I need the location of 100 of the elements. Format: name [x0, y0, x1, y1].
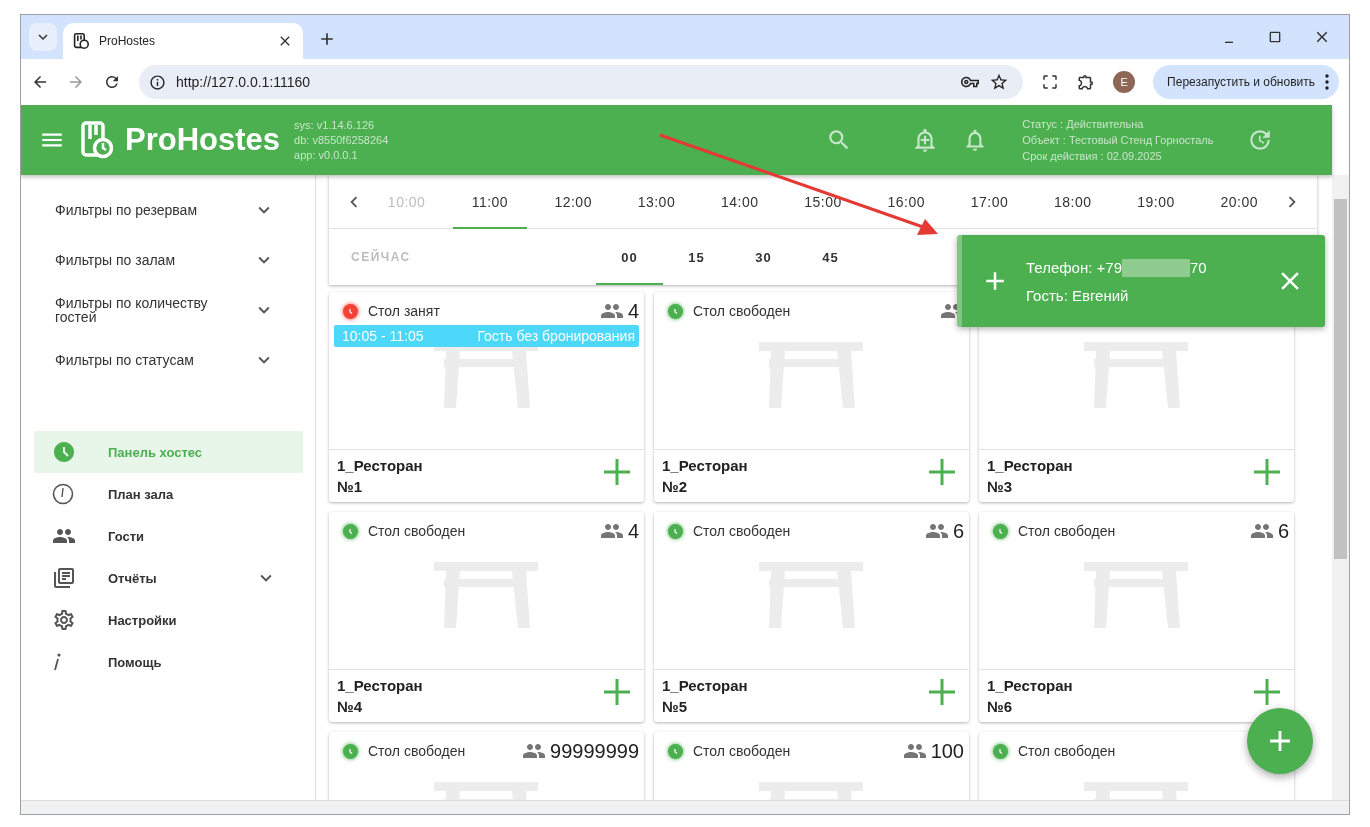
address-field[interactable]: http://127.0.0.1:11160 [139, 65, 1024, 99]
nav-label: Панель хостес [108, 444, 204, 460]
add-icon[interactable] [604, 679, 630, 705]
nav-item[interactable]: Гости [34, 515, 303, 557]
app-title: ProHostes [125, 122, 281, 158]
add-icon[interactable] [1254, 679, 1280, 705]
status-text: Стол свободен [1018, 743, 1117, 759]
hour-tab[interactable]: 12:00 [536, 175, 610, 229]
hour-tab[interactable]: 17:00 [952, 175, 1027, 229]
table-number: №3 [987, 478, 1014, 495]
filter-dropdown[interactable]: Фильтры по количеству гостей [21, 285, 315, 335]
status-text: Стол свободен [693, 303, 792, 319]
extensions-icon[interactable] [1077, 73, 1096, 91]
table-card[interactable]: Стол свободен 4 1_Ресторан №4 [329, 512, 644, 722]
logo-icon [73, 33, 89, 49]
minute-tab[interactable]: 45 [797, 229, 864, 285]
redaction-block [1122, 258, 1190, 277]
hour-tab[interactable]: 16:00 [869, 175, 943, 229]
hall-name: 1_Ресторан [337, 457, 423, 474]
maximize-icon[interactable] [1267, 29, 1283, 45]
nav-label: Помощь [108, 654, 163, 670]
filter-dropdown[interactable]: Фильтры по резервам [21, 185, 315, 235]
capacity-text: 6 [952, 519, 964, 543]
horizontal-scrollbar[interactable] [21, 800, 1349, 814]
minute-tab[interactable]: 00 [596, 229, 663, 285]
hall-name: 1_Ресторан [662, 677, 748, 694]
tab-list-button[interactable] [29, 23, 57, 51]
version-text: sys: v1.14.6.126 [294, 119, 376, 131]
add-icon[interactable] [604, 459, 630, 485]
filter-dropdown[interactable]: Фильтры по статусам [21, 335, 315, 385]
nav-label: Настройки [108, 612, 178, 628]
add-icon[interactable] [929, 679, 955, 705]
logo-icon [81, 121, 113, 159]
add-button[interactable] [1247, 708, 1313, 774]
status-text: Статус : Действительна [1022, 118, 1145, 130]
scrollbar-thumb[interactable] [1334, 199, 1347, 559]
hour-tab[interactable]: 20:00 [1202, 175, 1276, 229]
settings-icon [52, 608, 76, 632]
tab-title: ProHostes [99, 34, 157, 48]
hour-tab[interactable]: 18:00 [1036, 175, 1110, 229]
hour-tab[interactable]: 15:00 [786, 175, 860, 229]
status-text: Стол свободен [693, 523, 792, 539]
nav-item[interactable]: Настройки [34, 599, 303, 641]
scrollbar[interactable] [1332, 175, 1349, 800]
phone-text: Телефон: +79 [1026, 259, 1122, 276]
now-label: СЕЙЧАС [351, 250, 412, 264]
clock-outline-icon [52, 483, 74, 505]
status-text: Стол занят [368, 303, 441, 319]
hall-name: 1_Ресторан [662, 457, 748, 474]
minute-tab[interactable]: 30 [730, 229, 797, 285]
table-card[interactable]: Стол свободен 1_Ресторан №2 [654, 292, 969, 502]
forward-icon[interactable] [67, 73, 85, 91]
screen-capture-icon[interactable] [1041, 73, 1060, 91]
capacity-text: 99999999 [550, 739, 639, 763]
clock-icon [52, 440, 76, 464]
capacity-text: 4 [627, 519, 639, 543]
nav-item[interactable]: Помощь [34, 641, 303, 683]
hall-name: 1_Ресторан [987, 457, 1073, 474]
table-card[interactable]: Стол свободен 6 1_Ресторан №6 [979, 512, 1294, 722]
nav-item[interactable]: Отчёты [34, 557, 303, 599]
table-number: №6 [987, 698, 1014, 715]
status-text: Срок действия : 02.09.2025 [1022, 150, 1163, 162]
add-icon[interactable] [1254, 459, 1280, 485]
status-text: Стол свободен [1018, 523, 1117, 539]
update-button[interactable]: Перезапустить и обновить [1153, 65, 1339, 99]
capacity-text: 100 [930, 739, 964, 763]
table-card[interactable]: Стол свободен 100 [654, 732, 969, 800]
filter-dropdown[interactable]: Фильтры по залам [21, 235, 315, 285]
table-card[interactable]: Стол свободен [979, 732, 1294, 800]
more-icon [1325, 74, 1329, 90]
table-number: №5 [662, 698, 689, 715]
nav-label: Гости [108, 528, 146, 544]
add-icon[interactable] [929, 459, 955, 485]
reload-icon[interactable] [103, 73, 121, 91]
table-number: №1 [337, 478, 364, 495]
capacity-text: 4 [627, 299, 639, 323]
nav-item[interactable]: План зала [34, 473, 303, 515]
table-card[interactable]: Стол занят 4 10:05 - 11:05 Гость без бронирования 1_Ресторан №1 [329, 292, 644, 502]
reservation-time: 10:05 - 11:05 [342, 328, 424, 344]
hour-tab[interactable]: 14:00 [703, 175, 777, 229]
table-number: №4 [337, 698, 364, 715]
info-icon [149, 73, 166, 91]
status-text: Стол свободен [368, 743, 467, 759]
hour-tab[interactable]: 11:00 [453, 175, 527, 229]
nav-label: Отчёты [108, 570, 158, 586]
table-number: №2 [662, 478, 689, 495]
minute-tab[interactable]: 15 [663, 229, 730, 285]
table-card[interactable]: Стол свободен 6 1_Ресторан №5 [654, 512, 969, 722]
hall-name: 1_Ресторан [987, 677, 1073, 694]
hour-tab[interactable]: 19:00 [1119, 175, 1193, 229]
version-text: db: v8550f6258264 [294, 134, 389, 146]
table-card[interactable]: Стол свободен 99999999 [329, 732, 644, 800]
reservation-guest: Гость без бронирования [477, 328, 635, 344]
version-text: app: v0.0.0.1 [294, 149, 359, 161]
hall-name: 1_Ресторан [337, 677, 423, 694]
browser-tab[interactable]: ProHostes [63, 23, 303, 59]
hour-tab[interactable]: 13:00 [619, 175, 694, 229]
capacity-text: 6 [1277, 519, 1289, 543]
phone-text: 70 [1190, 259, 1207, 276]
profile-avatar[interactable]: E [1113, 71, 1136, 93]
